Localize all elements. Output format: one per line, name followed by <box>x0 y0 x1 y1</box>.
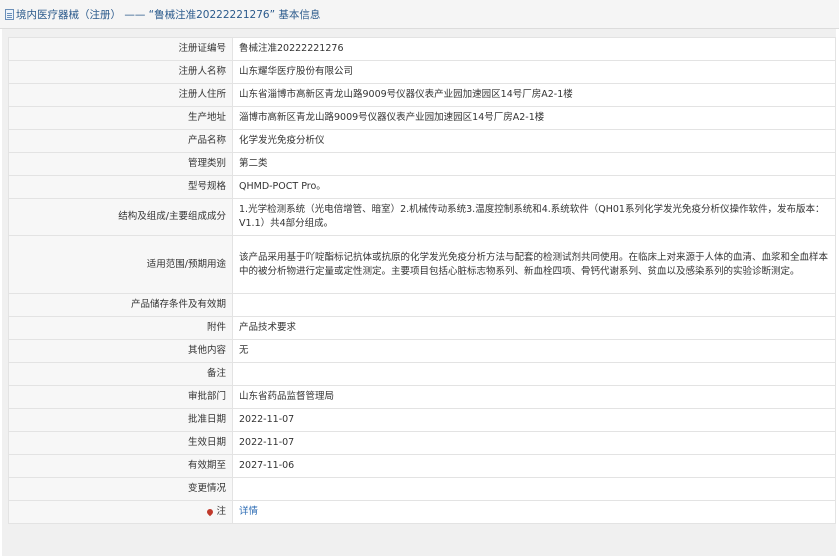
row-label: 注册人名称 <box>8 60 233 84</box>
row-value: 鲁械注准20222221276 <box>232 37 836 61</box>
table-row: 审批部门 山东省药品监督管理局 <box>8 385 836 409</box>
table-row: 生效日期 2022-11-07 <box>8 431 836 455</box>
page: 境内医疗器械（注册） —— “鲁械注准20222221276” 基本信息 注册证… <box>0 0 839 556</box>
table-row: 产品名称 化学发光免疫分析仪 <box>8 129 836 153</box>
note-label: 注 <box>206 505 226 519</box>
row-label: 注册人住所 <box>8 83 233 107</box>
info-panel: 注册证编号 鲁械注准20222221276 注册人名称 山东耀华医疗股份有限公司… <box>2 29 836 556</box>
row-value: 山东省淄博市高新区青龙山路9009号仪器仪表产业园加速园区14号厂房A2-1楼 <box>232 83 836 107</box>
row-label: 变更情况 <box>8 477 233 501</box>
page-title: 境内医疗器械（注册） —— “鲁械注准20222221276” 基本信息 <box>16 8 321 21</box>
table-row: 生产地址 淄博市高新区青龙山路9009号仪器仪表产业园加速园区14号厂房A2-1… <box>8 106 836 130</box>
table-row: 其他内容 无 <box>8 339 836 363</box>
details-link[interactable]: 详情 <box>239 506 258 517</box>
table-row: 注册证编号 鲁械注准20222221276 <box>8 37 836 61</box>
row-value: 第二类 <box>232 152 836 176</box>
row-value: 化学发光免疫分析仪 <box>232 129 836 153</box>
row-label: 注 <box>216 505 226 517</box>
row-label: 附件 <box>8 316 233 340</box>
table-row: 型号规格 QHMD-POCT Pro。 <box>8 175 836 199</box>
table-row: 注册人住所 山东省淄博市高新区青龙山路9009号仪器仪表产业园加速园区14号厂房… <box>8 83 836 107</box>
table-row: 有效期至 2027-11-06 <box>8 454 836 478</box>
row-label: 审批部门 <box>8 385 233 409</box>
row-value: 2027-11-06 <box>232 454 836 478</box>
document-icon <box>5 8 14 20</box>
row-label: 产品名称 <box>8 129 233 153</box>
row-value: 详情 <box>232 500 836 524</box>
info-table: 注册证编号 鲁械注准20222221276 注册人名称 山东耀华医疗股份有限公司… <box>8 37 836 524</box>
row-label: 管理类别 <box>8 152 233 176</box>
row-label: 生效日期 <box>8 431 233 455</box>
row-value <box>232 477 836 501</box>
row-label: 备注 <box>8 362 233 386</box>
row-label: 型号规格 <box>8 175 233 199</box>
row-value: 产品技术要求 <box>232 316 836 340</box>
row-label: 适用范围/预期用途 <box>8 235 233 294</box>
row-value: 无 <box>232 339 836 363</box>
row-label: 批准日期 <box>8 408 233 432</box>
row-label: 产品储存条件及有效期 <box>8 293 233 317</box>
table-row: 备注 <box>8 362 836 386</box>
row-value: 2022-11-07 <box>232 408 836 432</box>
table-row: 适用范围/预期用途 该产品采用基于吖啶酯标记抗体或抗原的化学发光免疫分析方法与配… <box>8 235 836 294</box>
table-row: 注册人名称 山东耀华医疗股份有限公司 <box>8 60 836 84</box>
row-label: 注册证编号 <box>8 37 233 61</box>
row-value <box>232 362 836 386</box>
note-label-cell: 注 <box>8 500 233 524</box>
row-value: 淄博市高新区青龙山路9009号仪器仪表产业园加速园区14号厂房A2-1楼 <box>232 106 836 130</box>
title-bar: 境内医疗器械（注册） —— “鲁械注准20222221276” 基本信息 <box>0 0 839 29</box>
row-value: QHMD-POCT Pro。 <box>232 175 836 199</box>
row-label: 有效期至 <box>8 454 233 478</box>
table-row: 管理类别 第二类 <box>8 152 836 176</box>
row-label: 其他内容 <box>8 339 233 363</box>
row-label: 生产地址 <box>8 106 233 130</box>
table-row: 注 详情 <box>8 500 836 524</box>
table-row: 附件 产品技术要求 <box>8 316 836 340</box>
table-row: 变更情况 <box>8 477 836 501</box>
table-row: 产品储存条件及有效期 <box>8 293 836 317</box>
row-value: 2022-11-07 <box>232 431 836 455</box>
row-value: 1.光学检测系统（光电倍增管、暗室）2.机械传动系统3.温度控制系统和4.系统软… <box>232 198 836 236</box>
pin-icon <box>206 507 215 516</box>
row-value: 该产品采用基于吖啶酯标记抗体或抗原的化学发光免疫分析方法与配套的检测试剂共同使用… <box>232 235 836 294</box>
table-row: 批准日期 2022-11-07 <box>8 408 836 432</box>
row-value: 山东省药品监督管理局 <box>232 385 836 409</box>
row-label: 结构及组成/主要组成成分 <box>8 198 233 236</box>
row-value <box>232 293 836 317</box>
table-row: 结构及组成/主要组成成分 1.光学检测系统（光电倍增管、暗室）2.机械传动系统3… <box>8 198 836 236</box>
row-value: 山东耀华医疗股份有限公司 <box>232 60 836 84</box>
